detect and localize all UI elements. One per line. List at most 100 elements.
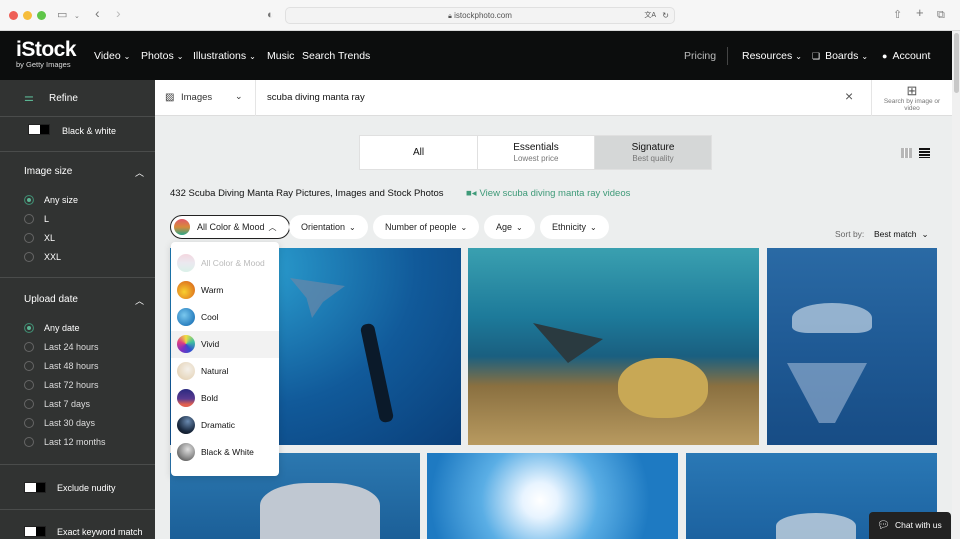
forward-icon[interactable]: › (116, 6, 121, 20)
radio-xl[interactable] (24, 233, 34, 243)
color-mood-option-warm[interactable]: Warm (171, 277, 279, 304)
radio-any-date[interactable] (24, 323, 34, 333)
nav-pricing[interactable]: Pricing (684, 49, 716, 63)
exact-keyword-toggle[interactable] (24, 526, 46, 537)
chevron-up-icon[interactable]: ︿ (135, 294, 144, 307)
color-mood-option-vivid[interactable]: Vivid (171, 331, 279, 358)
chevron-down-icon[interactable]: ⌄ (74, 10, 80, 24)
nav-resources[interactable]: Resources ⌄ (742, 49, 802, 64)
nav-illustrations-label: Illustrations (193, 50, 247, 62)
radio-xxl[interactable] (24, 252, 34, 262)
page-scrollbar[interactable] (952, 31, 960, 539)
color-mood-option-dramatic[interactable]: Dramatic (171, 412, 279, 439)
black-white-label: Black & white (62, 126, 117, 136)
translate-icon[interactable]: 文A (644, 8, 656, 23)
radio-last-48-hours[interactable] (24, 361, 34, 371)
image-size-heading[interactable]: Image size (24, 166, 72, 178)
grid-view-icon[interactable] (901, 148, 912, 158)
chat-label: Chat with us (895, 520, 942, 530)
search-type-select[interactable]: Images (181, 92, 212, 104)
manta-shape (776, 513, 856, 539)
new-tab-icon[interactable]: + (916, 6, 924, 20)
option-label: XL (44, 233, 56, 243)
black-white-toggle[interactable] (28, 124, 50, 135)
refine-label[interactable]: Refine (49, 93, 78, 105)
close-window-button[interactable] (9, 11, 18, 20)
sidebar-icon[interactable]: ▭ (57, 8, 67, 22)
nav-photos-label: Photos (141, 50, 174, 62)
nav-video[interactable]: Video ⌄ (94, 49, 130, 64)
minimize-window-button[interactable] (23, 11, 32, 20)
color-mood-option-bold[interactable]: Bold (171, 385, 279, 412)
filter-label: Age (496, 222, 513, 232)
share-icon[interactable]: ⇧ (893, 8, 902, 22)
filter-number-of-people[interactable]: Number of people ⌄ (373, 215, 480, 239)
clear-search-icon[interactable]: × (845, 88, 853, 104)
nav-account[interactable]: ● Account (882, 49, 930, 63)
chevron-up-icon[interactable]: ︿ (135, 166, 144, 179)
vivid-swatch (177, 335, 195, 353)
view-videos-link[interactable]: ■◂ View scuba diving manta ray videos (466, 188, 630, 200)
address-bar[interactable]: 🔒︎ istockphoto.com 文A ↻ (285, 7, 675, 24)
upload-date-heading[interactable]: Upload date (24, 294, 78, 306)
segment-essentials[interactable]: Essentials Lowest price (477, 135, 595, 170)
segment-subtitle: Lowest price (513, 154, 559, 163)
filter-age[interactable]: Age ⌄ (484, 215, 535, 239)
filter-orientation[interactable]: Orientation ⌄ (289, 215, 368, 239)
browser-toolbar: ▭ ⌄ ‹ › ◐ 🔒︎ istockphoto.com 文A ↻ ⇧ + ⧉ (0, 0, 960, 31)
color-mood-swatch (174, 219, 190, 235)
search-by-image-button[interactable]: ⊞ Search by image or video (877, 83, 947, 112)
segment-title: All (412, 147, 425, 158)
result-image-reef-ray[interactable] (468, 248, 759, 445)
nav-music[interactable]: Music (267, 49, 294, 63)
radio-l[interactable] (24, 214, 34, 224)
radio-last-24-hours[interactable] (24, 342, 34, 352)
color-mood-option-black-white[interactable]: Black & White (171, 439, 279, 466)
nav-search-trends[interactable]: Search Trends (302, 49, 370, 63)
chevron-down-icon: ⌄ (123, 52, 131, 61)
segment-title: Signature (631, 142, 675, 153)
zoom-window-button[interactable] (37, 11, 46, 20)
color-mood-option-all[interactable]: All Color & Mood (171, 250, 279, 277)
nav-photos[interactable]: Photos ⌄ (141, 49, 183, 64)
radio-last-7-days[interactable] (24, 399, 34, 409)
search-by-image-label: Search by image or video (883, 98, 941, 112)
istock-logo[interactable]: iStock by Getty Images (16, 39, 77, 69)
filter-ethnicity[interactable]: Ethnicity ⌄ (540, 215, 609, 239)
option-label: XXL (44, 252, 62, 262)
segment-signature[interactable]: Signature Best quality (594, 135, 712, 170)
option-label: L (44, 214, 50, 224)
exclude-nudity-toggle[interactable] (24, 482, 46, 493)
filter-label: Number of people (385, 222, 457, 232)
shield-icon[interactable]: ◐ (267, 8, 274, 22)
filter-color-mood[interactable]: All Color & Mood ︿ (170, 215, 290, 239)
radio-last-30-days[interactable] (24, 418, 34, 428)
refine-sidebar: ⚌ Refine Black & white Image size ︿ Any … (0, 80, 155, 539)
chevron-down-icon: ⌄ (590, 223, 597, 232)
mosaic-view-icon[interactable] (919, 148, 930, 158)
chat-with-us-button[interactable]: 💬︎ Chat with us (869, 512, 951, 539)
search-input[interactable]: scuba diving manta ray (267, 92, 365, 104)
color-mood-option-cool[interactable]: Cool (171, 304, 279, 331)
divider (0, 277, 155, 278)
nav-boards[interactable]: ❏ Boards ⌄ (812, 49, 868, 64)
radio-last-12-months[interactable] (24, 437, 34, 447)
image-upload-icon: ⊞ (906, 83, 918, 98)
natural-swatch (177, 362, 195, 380)
color-mood-option-natural[interactable]: Natural (171, 358, 279, 385)
option-label: All Color & Mood (201, 258, 265, 268)
segment-all[interactable]: All (359, 135, 478, 170)
filter-label: All Color & Mood (197, 222, 265, 232)
reload-icon[interactable]: ↻ (662, 8, 669, 23)
nav-illustrations[interactable]: Illustrations ⌄ (193, 49, 256, 64)
tabs-icon[interactable]: ⧉ (937, 8, 945, 22)
nav-video-label: Video (94, 50, 121, 62)
result-image-sunburst[interactable] (427, 453, 678, 539)
scrollbar-thumb[interactable] (954, 33, 959, 93)
radio-last-72-hours[interactable] (24, 380, 34, 390)
radio-any-size[interactable] (24, 195, 34, 205)
sort-select[interactable]: Best match ⌄ (874, 229, 929, 240)
chevron-down-icon[interactable]: ⌄ (235, 91, 243, 102)
back-icon[interactable]: ‹ (95, 6, 100, 20)
result-image-two-mantas[interactable] (767, 248, 937, 445)
